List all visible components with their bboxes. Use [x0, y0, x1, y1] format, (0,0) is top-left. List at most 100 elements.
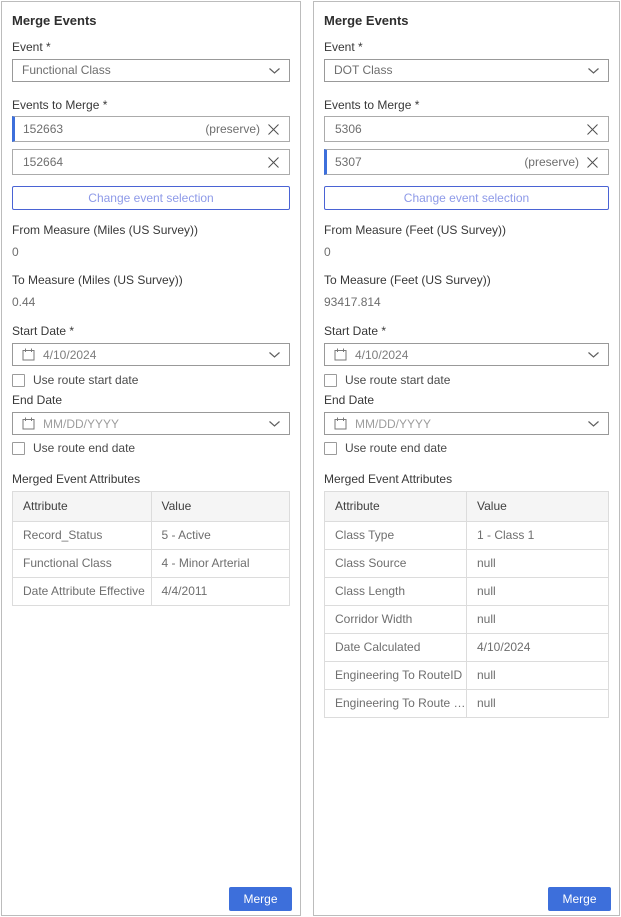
value-cell: null — [467, 550, 609, 578]
attribute-cell: Engineering To RouteID — [325, 662, 467, 690]
value-cell: 1 - Class 1 — [467, 522, 609, 550]
remove-event-icon[interactable] — [587, 124, 598, 135]
value-column-header: Value — [151, 492, 290, 522]
chevron-down-icon — [588, 352, 599, 358]
start-date-input[interactable]: 4/10/2024 — [324, 343, 609, 366]
start-date-label: Start Date * — [324, 325, 609, 338]
checkbox-label: Use route end date — [33, 442, 135, 455]
merged-event-attributes-table: Attribute Value Class Type 1 - Class 1 C… — [324, 491, 609, 718]
checkbox-icon[interactable] — [324, 374, 337, 387]
chevron-down-icon — [588, 68, 599, 74]
checkbox-label: Use route start date — [33, 374, 138, 387]
end-date-input[interactable]: MM/DD/YYYY — [12, 412, 290, 435]
to-measure-value: 93417.814 — [324, 296, 609, 309]
chevron-down-icon — [588, 421, 599, 427]
to-measure-label: To Measure (Miles (US Survey)) — [12, 274, 290, 287]
merge-events-panel-left: Merge Events Event * Functional Class Ev… — [1, 1, 301, 916]
checkbox-label: Use route start date — [345, 374, 450, 387]
use-route-start-date-checkbox[interactable]: Use route start date — [324, 373, 609, 388]
table-row: Engineering To Route … null — [325, 690, 609, 718]
value-cell: null — [467, 662, 609, 690]
to-measure-label: To Measure (Feet (US Survey)) — [324, 274, 609, 287]
preserve-tag: (preserve) — [205, 122, 260, 136]
from-measure-label: From Measure (Miles (US Survey)) — [12, 224, 290, 237]
start-date-input[interactable]: 4/10/2024 — [12, 343, 290, 366]
attribute-cell: Class Length — [325, 578, 467, 606]
table-row: Corridor Width null — [325, 606, 609, 634]
value-cell: 5 - Active — [151, 522, 290, 550]
start-date-value: 4/10/2024 — [43, 348, 269, 362]
end-date-placeholder: MM/DD/YYYY — [355, 417, 588, 431]
merge-events-panel-right: Merge Events Event * DOT Class Events to… — [313, 1, 620, 916]
table-row: Functional Class 4 - Minor Arterial — [13, 550, 290, 578]
change-event-selection-button[interactable]: Change event selection — [324, 186, 609, 210]
event-select-value: DOT Class — [334, 64, 588, 77]
calendar-icon — [334, 417, 347, 430]
merged-event-attributes-table: Attribute Value Record_Status 5 - Active… — [12, 491, 290, 606]
event-to-merge-item[interactable]: 152664 — [12, 149, 290, 175]
event-id: 152664 — [23, 155, 260, 169]
checkbox-icon[interactable] — [12, 374, 25, 387]
end-date-input[interactable]: MM/DD/YYYY — [324, 412, 609, 435]
to-measure-value: 0.44 — [12, 296, 290, 309]
attribute-cell: Functional Class — [13, 550, 152, 578]
value-column-header: Value — [467, 492, 609, 522]
table-header-row: Attribute Value — [13, 492, 290, 522]
change-event-selection-button[interactable]: Change event selection — [12, 186, 290, 210]
remove-event-icon[interactable] — [587, 157, 598, 168]
value-cell: null — [467, 578, 609, 606]
calendar-icon — [22, 417, 35, 430]
value-cell: 4 - Minor Arterial — [151, 550, 290, 578]
attribute-cell: Corridor Width — [325, 606, 467, 634]
checkbox-icon[interactable] — [12, 442, 25, 455]
event-to-merge-item[interactable]: 152663 (preserve) — [12, 116, 290, 142]
event-select[interactable]: Functional Class — [12, 59, 290, 82]
chevron-down-icon — [269, 421, 280, 427]
start-date-value: 4/10/2024 — [355, 348, 588, 362]
use-route-end-date-checkbox[interactable]: Use route end date — [324, 441, 609, 456]
attribute-cell: Date Attribute Effective — [13, 578, 152, 606]
from-measure-value: 0 — [12, 246, 290, 259]
value-cell: 4/4/2011 — [151, 578, 290, 606]
event-id: 5307 — [335, 155, 524, 169]
merge-button[interactable]: Merge — [548, 887, 611, 911]
page-title: Merge Events — [12, 13, 290, 28]
use-route-start-date-checkbox[interactable]: Use route start date — [12, 373, 290, 388]
attribute-cell: Engineering To Route … — [325, 690, 467, 718]
merge-button[interactable]: Merge — [229, 887, 292, 911]
event-select[interactable]: DOT Class — [324, 59, 609, 82]
merged-event-attributes-title: Merged Event Attributes — [324, 473, 609, 486]
start-date-label: Start Date * — [12, 325, 290, 338]
remove-event-icon[interactable] — [268, 157, 279, 168]
table-row: Class Source null — [325, 550, 609, 578]
value-cell: 4/10/2024 — [467, 634, 609, 662]
remove-event-icon[interactable] — [268, 124, 279, 135]
table-row: Class Type 1 - Class 1 — [325, 522, 609, 550]
use-route-end-date-checkbox[interactable]: Use route end date — [12, 441, 290, 456]
events-to-merge-label: Events to Merge * — [324, 99, 609, 112]
checkbox-label: Use route end date — [345, 442, 447, 455]
events-to-merge-label: Events to Merge * — [12, 99, 290, 112]
event-label: Event * — [324, 41, 609, 54]
from-measure-label: From Measure (Feet (US Survey)) — [324, 224, 609, 237]
attribute-cell: Class Type — [325, 522, 467, 550]
end-date-label: End Date — [12, 394, 290, 407]
calendar-icon — [334, 348, 347, 361]
table-row: Date Calculated 4/10/2024 — [325, 634, 609, 662]
attribute-cell: Class Source — [325, 550, 467, 578]
value-cell: null — [467, 606, 609, 634]
event-label: Event * — [12, 41, 290, 54]
event-id: 5306 — [335, 122, 579, 136]
attribute-column-header: Attribute — [325, 492, 467, 522]
end-date-placeholder: MM/DD/YYYY — [43, 417, 269, 431]
event-to-merge-item[interactable]: 5306 — [324, 116, 609, 142]
end-date-label: End Date — [324, 394, 609, 407]
table-row: Date Attribute Effective 4/4/2011 — [13, 578, 290, 606]
attribute-column-header: Attribute — [13, 492, 152, 522]
from-measure-value: 0 — [324, 246, 609, 259]
checkbox-icon[interactable] — [324, 442, 337, 455]
event-select-value: Functional Class — [22, 64, 269, 77]
table-row: Class Length null — [325, 578, 609, 606]
table-row: Record_Status 5 - Active — [13, 522, 290, 550]
event-to-merge-item[interactable]: 5307 (preserve) — [324, 149, 609, 175]
